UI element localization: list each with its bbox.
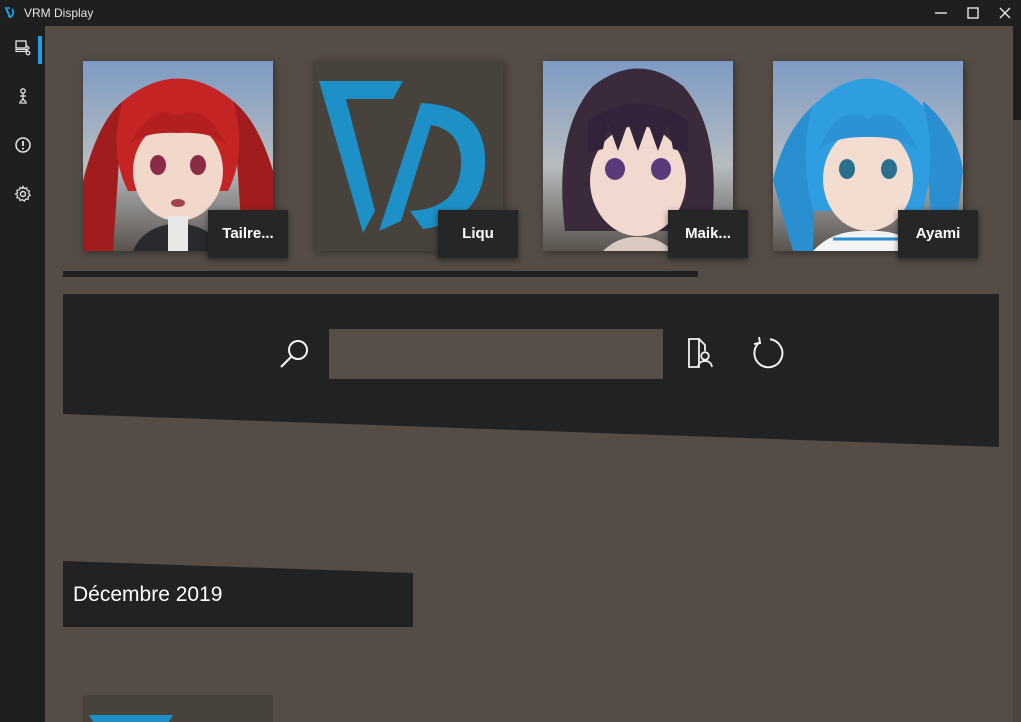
model-label: Ayami [898,210,978,258]
search-input[interactable] [329,329,663,379]
sidebar-item-settings[interactable] [0,172,45,216]
month-heading: Décembre 2019 [73,583,223,606]
model-card[interactable] [83,695,273,722]
vertical-scrollbar[interactable] [1013,26,1021,722]
maximize-icon [967,7,979,19]
sidebar-item-info[interactable] [0,123,45,167]
model-card[interactable]: Ayami [773,61,978,258]
scrollbar-thumb[interactable] [1013,26,1021,120]
user-file-icon [688,338,713,368]
vd-logo-thumbnail [89,715,173,722]
window-title: VRM Display [24,6,94,20]
model-label: Tailre... [208,210,288,258]
horizontal-scrollbar[interactable] [63,271,698,277]
avatar-pose-icon [18,88,27,104]
sidebar-item-models[interactable] [0,26,45,70]
alert-circle-icon [14,137,31,153]
models-icon [14,40,30,56]
vrm-display-logo [5,7,15,18]
title-bar: VRM Display [0,0,1021,26]
active-indicator [38,36,42,64]
model-card[interactable]: Tailre... [83,61,288,258]
minimize-button[interactable] [925,0,957,26]
model-card[interactable]: Maik... [543,61,748,258]
sidebar [0,26,45,722]
maximize-button[interactable] [957,0,989,26]
search-icon [280,340,308,368]
main-content[interactable]: Tailre... Liqu Maik... Ayami Décembre 20… [45,26,1021,722]
model-label: Liqu [438,210,518,258]
refresh-icon [753,336,784,369]
gear-icon [13,185,31,203]
close-icon [999,7,1011,19]
search-button[interactable] [275,334,315,374]
model-card[interactable]: Liqu [313,61,518,258]
model-label: Maik... [668,210,748,258]
sidebar-item-avatar[interactable] [0,74,45,118]
close-button[interactable] [989,0,1021,26]
user-filter-button[interactable] [681,335,717,371]
minimize-icon [935,12,947,14]
refresh-button[interactable] [749,334,787,372]
